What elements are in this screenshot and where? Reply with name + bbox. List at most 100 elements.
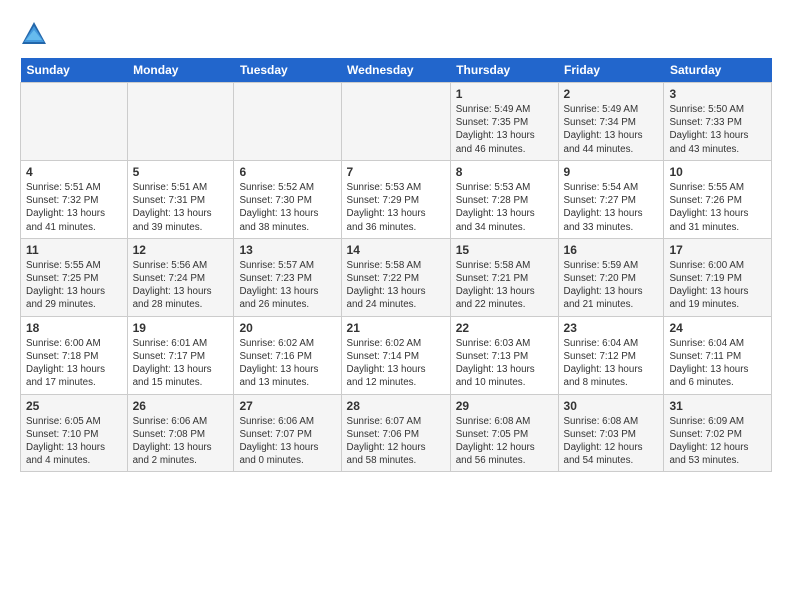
header bbox=[20, 16, 772, 48]
day-cell: 27 Sunrise: 6:06 AM Sunset: 7:07 PM Dayli… bbox=[234, 394, 341, 472]
day-info: Sunrise: 6:08 AM Sunset: 7:05 PM Dayligh… bbox=[456, 415, 553, 468]
day-info: Sunrise: 5:54 AM Sunset: 7:27 PM Dayligh… bbox=[564, 181, 659, 234]
day-info: Sunrise: 5:51 AM Sunset: 7:32 PM Dayligh… bbox=[26, 181, 122, 234]
day-info: Sunrise: 6:00 AM Sunset: 7:18 PM Dayligh… bbox=[26, 337, 122, 390]
day-cell: 13 Sunrise: 5:57 AM Sunset: 7:23 PM Dayli… bbox=[234, 238, 341, 316]
day-info: Sunrise: 6:04 AM Sunset: 7:12 PM Dayligh… bbox=[564, 337, 659, 390]
logo-icon bbox=[20, 20, 48, 48]
day-number: 30 bbox=[564, 399, 659, 413]
day-cell: 26 Sunrise: 6:06 AM Sunset: 7:08 PM Dayli… bbox=[127, 394, 234, 472]
day-number: 17 bbox=[669, 243, 766, 257]
week-row-1: 1 Sunrise: 5:49 AM Sunset: 7:35 PM Daylig… bbox=[21, 83, 772, 161]
page-container: SundayMondayTuesdayWednesdayThursdayFrid… bbox=[0, 0, 792, 482]
week-row-5: 25 Sunrise: 6:05 AM Sunset: 7:10 PM Dayli… bbox=[21, 394, 772, 472]
week-row-3: 11 Sunrise: 5:55 AM Sunset: 7:25 PM Dayli… bbox=[21, 238, 772, 316]
day-cell bbox=[341, 83, 450, 161]
day-info: Sunrise: 5:50 AM Sunset: 7:33 PM Dayligh… bbox=[669, 103, 766, 156]
day-number: 12 bbox=[133, 243, 229, 257]
day-info: Sunrise: 6:04 AM Sunset: 7:11 PM Dayligh… bbox=[669, 337, 766, 390]
day-cell bbox=[234, 83, 341, 161]
day-number: 6 bbox=[239, 165, 335, 179]
day-info: Sunrise: 6:09 AM Sunset: 7:02 PM Dayligh… bbox=[669, 415, 766, 468]
day-info: Sunrise: 6:01 AM Sunset: 7:17 PM Dayligh… bbox=[133, 337, 229, 390]
day-cell: 7 Sunrise: 5:53 AM Sunset: 7:29 PM Daylig… bbox=[341, 160, 450, 238]
day-number: 10 bbox=[669, 165, 766, 179]
day-cell: 3 Sunrise: 5:50 AM Sunset: 7:33 PM Daylig… bbox=[664, 83, 772, 161]
day-number: 20 bbox=[239, 321, 335, 335]
day-cell: 20Sunrise: 6:02 AM Sunset: 7:16 PM Dayli… bbox=[234, 316, 341, 394]
day-info: Sunrise: 5:55 AM Sunset: 7:25 PM Dayligh… bbox=[26, 259, 122, 312]
day-cell: 29 Sunrise: 6:08 AM Sunset: 7:05 PM Dayli… bbox=[450, 394, 558, 472]
day-number: 9 bbox=[564, 165, 659, 179]
day-cell: 17 Sunrise: 6:00 AM Sunset: 7:19 PM Dayli… bbox=[664, 238, 772, 316]
day-info: Sunrise: 6:06 AM Sunset: 7:08 PM Dayligh… bbox=[133, 415, 229, 468]
day-cell: 28 Sunrise: 6:07 AM Sunset: 7:06 PM Dayli… bbox=[341, 394, 450, 472]
day-cell: 10 Sunrise: 5:55 AM Sunset: 7:26 PM Dayli… bbox=[664, 160, 772, 238]
day-info: Sunrise: 5:49 AM Sunset: 7:34 PM Dayligh… bbox=[564, 103, 659, 156]
day-number: 28 bbox=[347, 399, 445, 413]
day-number: 7 bbox=[347, 165, 445, 179]
day-info: Sunrise: 5:51 AM Sunset: 7:31 PM Dayligh… bbox=[133, 181, 229, 234]
day-number: 8 bbox=[456, 165, 553, 179]
day-info: Sunrise: 6:08 AM Sunset: 7:03 PM Dayligh… bbox=[564, 415, 659, 468]
day-cell bbox=[21, 83, 128, 161]
day-info: Sunrise: 6:02 AM Sunset: 7:14 PM Dayligh… bbox=[347, 337, 445, 390]
day-number: 4 bbox=[26, 165, 122, 179]
day-number: 1 bbox=[456, 87, 553, 101]
day-number: 14 bbox=[347, 243, 445, 257]
day-number: 26 bbox=[133, 399, 229, 413]
day-info: Sunrise: 5:55 AM Sunset: 7:26 PM Dayligh… bbox=[669, 181, 766, 234]
day-cell: 21Sunrise: 6:02 AM Sunset: 7:14 PM Dayli… bbox=[341, 316, 450, 394]
day-cell: 18 Sunrise: 6:00 AM Sunset: 7:18 PM Dayli… bbox=[21, 316, 128, 394]
day-info: Sunrise: 5:52 AM Sunset: 7:30 PM Dayligh… bbox=[239, 181, 335, 234]
day-number: 27 bbox=[239, 399, 335, 413]
day-number: 22 bbox=[456, 321, 553, 335]
header-cell-wednesday: Wednesday bbox=[341, 58, 450, 83]
day-info: Sunrise: 5:56 AM Sunset: 7:24 PM Dayligh… bbox=[133, 259, 229, 312]
day-cell: 12 Sunrise: 5:56 AM Sunset: 7:24 PM Dayli… bbox=[127, 238, 234, 316]
day-info: Sunrise: 5:58 AM Sunset: 7:22 PM Dayligh… bbox=[347, 259, 445, 312]
header-cell-sunday: Sunday bbox=[21, 58, 128, 83]
day-cell: 16Sunrise: 5:59 AM Sunset: 7:20 PM Dayli… bbox=[558, 238, 664, 316]
day-info: Sunrise: 5:57 AM Sunset: 7:23 PM Dayligh… bbox=[239, 259, 335, 312]
day-info: Sunrise: 6:03 AM Sunset: 7:13 PM Dayligh… bbox=[456, 337, 553, 390]
calendar-table: SundayMondayTuesdayWednesdayThursdayFrid… bbox=[20, 58, 772, 472]
day-cell: 15 Sunrise: 5:58 AM Sunset: 7:21 PM Dayli… bbox=[450, 238, 558, 316]
day-cell: 5Sunrise: 5:51 AM Sunset: 7:31 PM Daylig… bbox=[127, 160, 234, 238]
day-info: Sunrise: 5:53 AM Sunset: 7:29 PM Dayligh… bbox=[347, 181, 445, 234]
day-cell: 31 Sunrise: 6:09 AM Sunset: 7:02 PM Dayli… bbox=[664, 394, 772, 472]
day-info: Sunrise: 5:59 AM Sunset: 7:20 PM Dayligh… bbox=[564, 259, 659, 312]
header-cell-monday: Monday bbox=[127, 58, 234, 83]
day-number: 3 bbox=[669, 87, 766, 101]
day-number: 31 bbox=[669, 399, 766, 413]
day-number: 18 bbox=[26, 321, 122, 335]
day-info: Sunrise: 6:00 AM Sunset: 7:19 PM Dayligh… bbox=[669, 259, 766, 312]
day-number: 15 bbox=[456, 243, 553, 257]
day-info: Sunrise: 6:05 AM Sunset: 7:10 PM Dayligh… bbox=[26, 415, 122, 468]
day-cell: 1 Sunrise: 5:49 AM Sunset: 7:35 PM Daylig… bbox=[450, 83, 558, 161]
day-cell: 30 Sunrise: 6:08 AM Sunset: 7:03 PM Dayli… bbox=[558, 394, 664, 472]
week-row-4: 18 Sunrise: 6:00 AM Sunset: 7:18 PM Dayli… bbox=[21, 316, 772, 394]
day-info: Sunrise: 6:06 AM Sunset: 7:07 PM Dayligh… bbox=[239, 415, 335, 468]
header-row: SundayMondayTuesdayWednesdayThursdayFrid… bbox=[21, 58, 772, 83]
week-row-2: 4 Sunrise: 5:51 AM Sunset: 7:32 PM Daylig… bbox=[21, 160, 772, 238]
day-cell bbox=[127, 83, 234, 161]
day-number: 29 bbox=[456, 399, 553, 413]
header-cell-tuesday: Tuesday bbox=[234, 58, 341, 83]
day-cell: 6 Sunrise: 5:52 AM Sunset: 7:30 PM Daylig… bbox=[234, 160, 341, 238]
day-number: 25 bbox=[26, 399, 122, 413]
day-cell: 19 Sunrise: 6:01 AM Sunset: 7:17 PM Dayli… bbox=[127, 316, 234, 394]
day-cell: 2Sunrise: 5:49 AM Sunset: 7:34 PM Daylig… bbox=[558, 83, 664, 161]
day-cell: 9 Sunrise: 5:54 AM Sunset: 7:27 PM Daylig… bbox=[558, 160, 664, 238]
day-number: 13 bbox=[239, 243, 335, 257]
day-number: 23 bbox=[564, 321, 659, 335]
day-cell: 22 Sunrise: 6:03 AM Sunset: 7:13 PM Dayli… bbox=[450, 316, 558, 394]
day-info: Sunrise: 5:49 AM Sunset: 7:35 PM Dayligh… bbox=[456, 103, 553, 156]
day-number: 11 bbox=[26, 243, 122, 257]
day-number: 19 bbox=[133, 321, 229, 335]
day-info: Sunrise: 6:07 AM Sunset: 7:06 PM Dayligh… bbox=[347, 415, 445, 468]
day-info: Sunrise: 5:58 AM Sunset: 7:21 PM Dayligh… bbox=[456, 259, 553, 312]
day-info: Sunrise: 5:53 AM Sunset: 7:28 PM Dayligh… bbox=[456, 181, 553, 234]
header-cell-thursday: Thursday bbox=[450, 58, 558, 83]
header-cell-friday: Friday bbox=[558, 58, 664, 83]
